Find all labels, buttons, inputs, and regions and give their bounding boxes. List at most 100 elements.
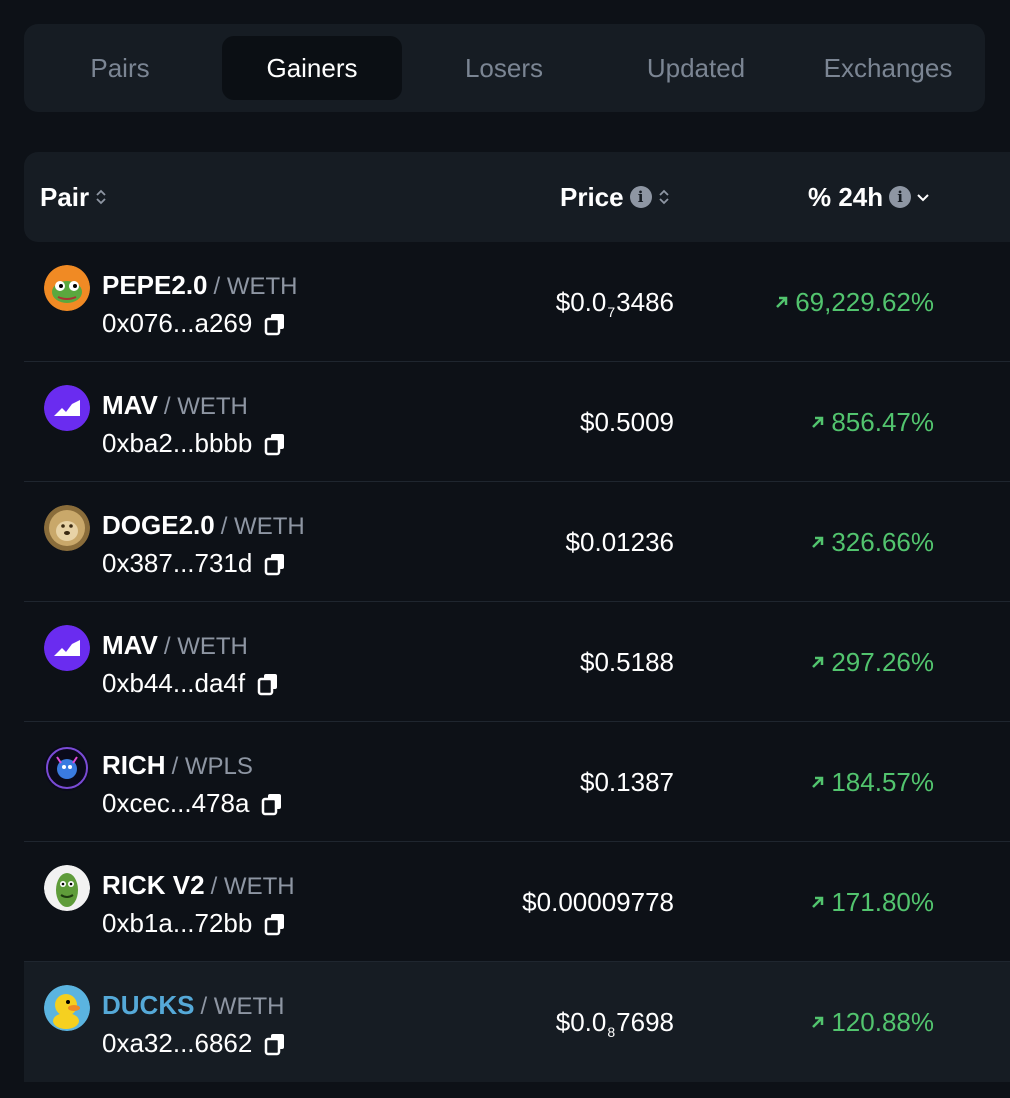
pair-quote: / WETH [220,513,305,540]
change-value: 856.47% [831,406,934,437]
price-change: 184.57% [811,722,934,842]
price-change: 297.26% [811,602,934,722]
rich-icon [44,745,90,791]
pair-price: $0.0 8 7698 [556,962,674,1082]
price-prefix: $0.5188 [580,646,674,677]
table-row[interactable]: DOGE2.0 / WETH 0x387...731d $0.01236 326… [24,482,1010,602]
arrow-up-right-icon [812,536,824,548]
tab-exchanges[interactable]: Exchanges [798,36,978,100]
pair-price: $0.1387 [580,722,674,842]
pair-quote: / WETH [163,633,248,660]
pair-symbol[interactable]: PEPE2.0 [102,270,208,301]
arrow-up-right-icon [812,776,824,788]
tab-pairs[interactable]: Pairs [30,36,210,100]
pair-address: 0x076...a269 [102,308,253,338]
arrow-up-right-icon [812,896,824,908]
filter-tab-bar: Pairs Gainers Losers Updated Exchanges [24,24,985,112]
sort-icon[interactable] [95,186,107,208]
arrow-up-right-icon [812,416,824,428]
pairs-table-body: PEPE2.0 / WETH 0x076...a269 $0.0 7 3486 69… [24,242,1010,1082]
pair-symbol[interactable]: DOGE2.0 [102,510,215,541]
info-icon[interactable]: i [629,186,652,208]
table-row[interactable]: RICH / WPLS 0xcec...478a $0.1387 184.57% [24,722,1010,842]
pair-quote: / WETH [213,273,298,300]
pair-price: $0.01236 [566,482,674,602]
pair-quote: / WETH [210,873,295,900]
pair-symbol[interactable]: DUCKS [102,990,194,1021]
table-header: Pair Price i % 24h i [24,152,1010,242]
pair-quote: / WPLS [171,753,253,780]
price-zero-count: 7 [607,304,616,320]
pickle-icon [44,865,90,911]
price-digits: 7698 [616,1006,674,1037]
price-zero-count: 8 [607,1024,616,1040]
price-prefix: $0.5009 [580,406,674,437]
pair-symbol[interactable]: RICK V2 [102,870,205,901]
price-prefix: $0.00009778 [522,886,674,917]
price-digits: 3486 [616,286,674,317]
price-prefix: $0.0 [555,1006,607,1037]
copy-icon[interactable] [264,1032,286,1056]
tab-gainers[interactable]: Gainers [222,36,402,100]
change-value: 184.57% [831,766,934,797]
price-header-label: Price [560,181,624,212]
arrow-up-right-icon [812,656,824,668]
price-change: 120.88% [811,962,934,1082]
change-column-header[interactable]: % 24h i [808,152,929,242]
pair-address: 0xcec...478a [102,788,250,818]
table-row[interactable]: MAV / WETH 0xba2...bbbb $0.5009 856.47% [24,362,1010,482]
pair-address: 0x387...731d [102,548,253,578]
duck-icon [44,985,90,1031]
copy-icon[interactable] [257,672,279,696]
pair-quote: / WETH [163,393,248,420]
pair-symbol[interactable]: RICH [102,750,166,781]
price-prefix: $0.01236 [565,526,674,557]
price-prefix: $0.1387 [580,766,674,797]
copy-icon[interactable] [264,312,286,336]
pepe-icon [44,265,90,311]
pair-price: $0.5188 [580,602,674,722]
pair-address: 0xb1a...72bb [102,908,253,938]
table-row[interactable]: PEPE2.0 / WETH 0x076...a269 $0.0 7 3486 69… [24,242,1010,362]
pair-address: 0xb44...da4f [102,668,246,698]
pair-quote: / WETH [200,993,285,1020]
doge-icon [44,505,90,551]
copy-icon[interactable] [264,432,286,456]
chevron-down-icon[interactable] [917,186,929,208]
copy-icon[interactable] [261,792,283,816]
copy-icon[interactable] [264,552,286,576]
change-value: 171.80% [831,886,934,917]
change-value: 297.26% [831,646,934,677]
pair-header-label: Pair [40,181,90,212]
change-value: 69,229.62% [795,286,934,317]
mav-icon [44,625,90,671]
price-change: 326.66% [811,482,934,602]
arrow-up-right-icon [776,296,788,308]
pair-price: $0.0 7 3486 [556,242,674,362]
tab-losers[interactable]: Losers [414,36,594,100]
arrow-up-right-icon [812,1016,824,1028]
tab-updated[interactable]: Updated [606,36,786,100]
price-column-header[interactable]: Price i [560,152,670,242]
change-value: 326.66% [831,526,934,557]
table-row[interactable]: MAV / WETH 0xb44...da4f $0.5188 297.26% [24,602,1010,722]
price-change: 856.47% [811,362,934,482]
mav-icon [44,385,90,431]
pair-address: 0xba2...bbbb [102,428,253,458]
pair-price: $0.5009 [580,362,674,482]
pair-column-header[interactable]: Pair [40,152,107,242]
pair-price: $0.00009778 [522,842,674,962]
pair-address: 0xa32...6862 [102,1028,253,1058]
table-row[interactable]: RICK V2 / WETH 0xb1a...72bb $0.00009778 … [24,842,1010,962]
copy-icon[interactable] [264,912,286,936]
change-value: 120.88% [831,1006,934,1037]
price-prefix: $0.0 [555,286,607,317]
pair-symbol[interactable]: MAV [102,630,158,661]
sort-icon[interactable] [658,186,670,208]
change-header-label: % 24h [808,181,884,212]
price-change: 171.80% [811,842,934,962]
price-change: 69,229.62% [775,242,934,362]
pair-symbol[interactable]: MAV [102,390,158,421]
info-icon[interactable]: i [889,186,912,208]
table-row[interactable]: DUCKS / WETH 0xa32...6862 $0.0 8 7698 120.… [24,962,1010,1082]
